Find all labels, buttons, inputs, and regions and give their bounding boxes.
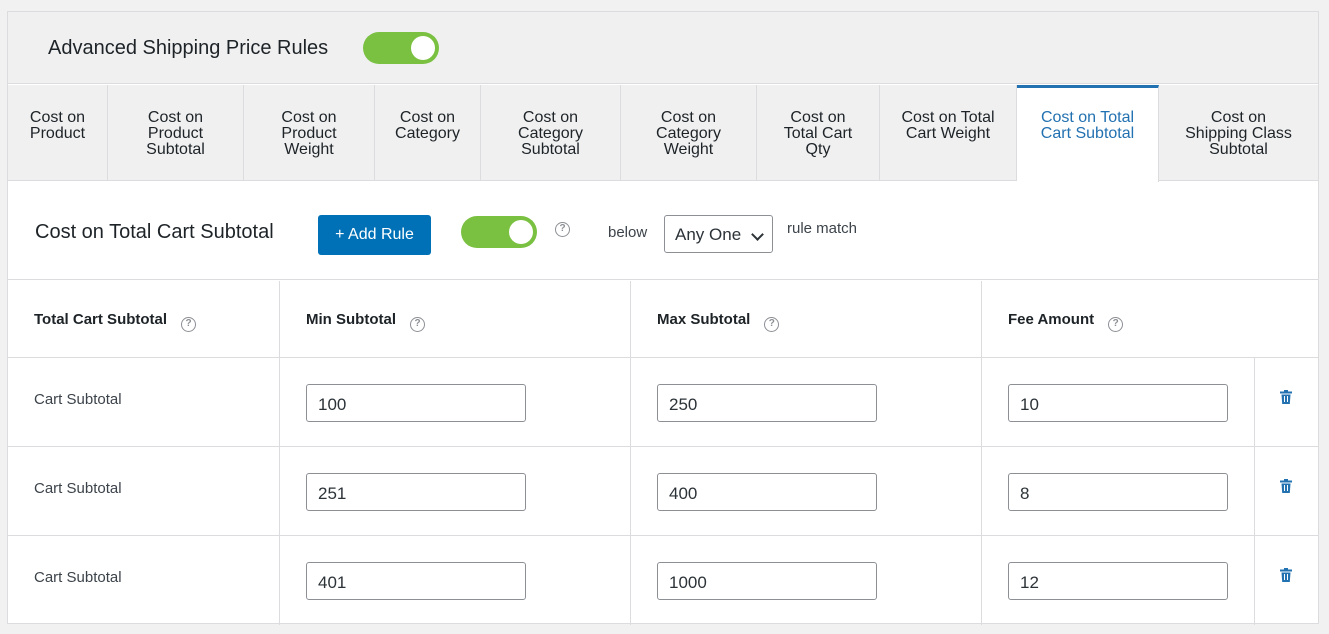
- column-header-max-subtotal: Max Subtotal?: [631, 281, 982, 358]
- min-subtotal-input[interactable]: 251: [306, 473, 526, 511]
- tab-cost-on-total-cart-qty[interactable]: Cost on Total Cart Qty: [757, 85, 880, 181]
- panel-header: Advanced Shipping Price Rules: [8, 12, 1318, 84]
- tab-label: Cost on Product: [29, 109, 86, 142]
- tab-cost-on-product[interactable]: Cost on Product: [8, 85, 108, 181]
- fee-amount-input[interactable]: 10: [1008, 384, 1228, 422]
- question-circle-icon[interactable]: ?: [410, 317, 425, 332]
- toggle-knob: [509, 220, 533, 244]
- column-header-fee-amount: Fee Amount?: [982, 281, 1318, 358]
- rule-match-value: Any One: [675, 225, 742, 244]
- rule-type-tabs: Cost on Product Cost on Product Subtotal Co…: [8, 85, 1318, 182]
- fee-cell: 12: [982, 536, 1255, 625]
- tab-label: Cost on Shipping Class Subtotal: [1185, 109, 1292, 158]
- tab-label: Cost on Total Cart Subtotal: [1040, 109, 1135, 142]
- fee-cell: 10: [982, 358, 1255, 447]
- min-subtotal-input[interactable]: 401: [306, 562, 526, 600]
- tab-label: Cost on Category Subtotal: [518, 109, 583, 158]
- section-title: Cost on Total Cart Subtotal: [35, 221, 274, 243]
- tab-cost-on-total-cart-subtotal[interactable]: Cost on Total Cart Subtotal: [1017, 85, 1159, 182]
- fee-amount-input[interactable]: 12: [1008, 562, 1228, 600]
- question-circle-icon[interactable]: ?: [555, 222, 570, 237]
- max-subtotal-input[interactable]: 250: [657, 384, 877, 422]
- column-header-label: Fee Amount: [1008, 311, 1095, 328]
- tab-label: Cost on Product Weight: [281, 109, 337, 158]
- column-header-label: Min Subtotal: [306, 311, 396, 328]
- question-circle-icon[interactable]: ?: [764, 317, 780, 332]
- tab-cost-on-total-cart-weight[interactable]: Cost on Total Cart Weight: [880, 85, 1017, 181]
- below-label: below: [608, 224, 648, 241]
- tab-cost-on-shipping-class-subtotal[interactable]: Cost on Shipping Class Subtotal: [1159, 85, 1318, 181]
- table-header: Total Cart Subtotal? Min Subtotal? Max S…: [8, 281, 1318, 358]
- question-circle-icon[interactable]: ?: [181, 317, 197, 332]
- page-title: Advanced Shipping Price Rules: [48, 37, 329, 59]
- column-header-label: Total Cart Subtotal: [34, 311, 168, 328]
- row-label: Cart Subtotal: [8, 536, 280, 625]
- tab-label: Cost on Category Weight: [656, 109, 721, 158]
- max-subtotal-input[interactable]: 1000: [657, 562, 877, 600]
- min-cell: 401: [280, 536, 631, 625]
- question-circle-icon[interactable]: ?: [1108, 317, 1124, 332]
- trash-icon[interactable]: [1280, 390, 1292, 404]
- max-cell: 250: [631, 358, 982, 447]
- tab-label: Cost on Product Subtotal: [146, 109, 205, 158]
- chevron-down-icon: [751, 228, 764, 241]
- min-cell: 100: [280, 358, 631, 447]
- tab-cost-on-product-subtotal[interactable]: Cost on Product Subtotal: [108, 85, 244, 181]
- table-row: Cart Subtotal 251 400 8: [8, 447, 1318, 536]
- tab-cost-on-category[interactable]: Cost on Category: [375, 85, 481, 181]
- table-row: Cart Subtotal 401 1000 12: [8, 536, 1318, 625]
- rule-toolbar: Cost on Total Cart Subtotal + Add Rule ?…: [8, 182, 1318, 280]
- rule-match-select[interactable]: Any One: [664, 215, 773, 253]
- max-cell: 1000: [631, 536, 982, 625]
- add-rule-button[interactable]: + Add Rule: [318, 215, 431, 255]
- tab-cost-on-category-weight[interactable]: Cost on Category Weight: [621, 85, 757, 181]
- max-cell: 400: [631, 447, 982, 536]
- toggle-knob: [411, 36, 435, 60]
- rule-match-label: rule match: [787, 220, 858, 237]
- column-header-label: Max Subtotal: [657, 311, 751, 328]
- tab-label: Cost on Total Cart Weight: [901, 109, 995, 142]
- min-subtotal-input[interactable]: 100: [306, 384, 526, 422]
- max-subtotal-input[interactable]: 400: [657, 473, 877, 511]
- tab-cost-on-product-weight[interactable]: Cost on Product Weight: [244, 85, 375, 181]
- min-cell: 251: [280, 447, 631, 536]
- rule-enable-toggle[interactable]: [461, 216, 537, 248]
- tab-cost-on-category-subtotal[interactable]: Cost on Category Subtotal: [481, 85, 621, 181]
- shipping-rules-panel: Advanced Shipping Price Rules Cost on Pro…: [7, 11, 1319, 625]
- column-header-min-subtotal: Min Subtotal?: [280, 281, 631, 358]
- advanced-rules-toggle[interactable]: [363, 32, 439, 64]
- tab-label: Cost on Category: [395, 109, 460, 142]
- table-row: Cart Subtotal 100 250 10: [8, 358, 1318, 447]
- column-header-total-cart-subtotal: Total Cart Subtotal?: [8, 281, 280, 358]
- row-label: Cart Subtotal: [8, 358, 280, 447]
- tab-label: Cost on Total Cart Qty: [783, 109, 853, 158]
- trash-icon[interactable]: [1280, 479, 1292, 493]
- fee-cell: 8: [982, 447, 1255, 536]
- fee-amount-input[interactable]: 8: [1008, 473, 1228, 511]
- row-label: Cart Subtotal: [8, 447, 280, 536]
- trash-icon[interactable]: [1280, 568, 1292, 582]
